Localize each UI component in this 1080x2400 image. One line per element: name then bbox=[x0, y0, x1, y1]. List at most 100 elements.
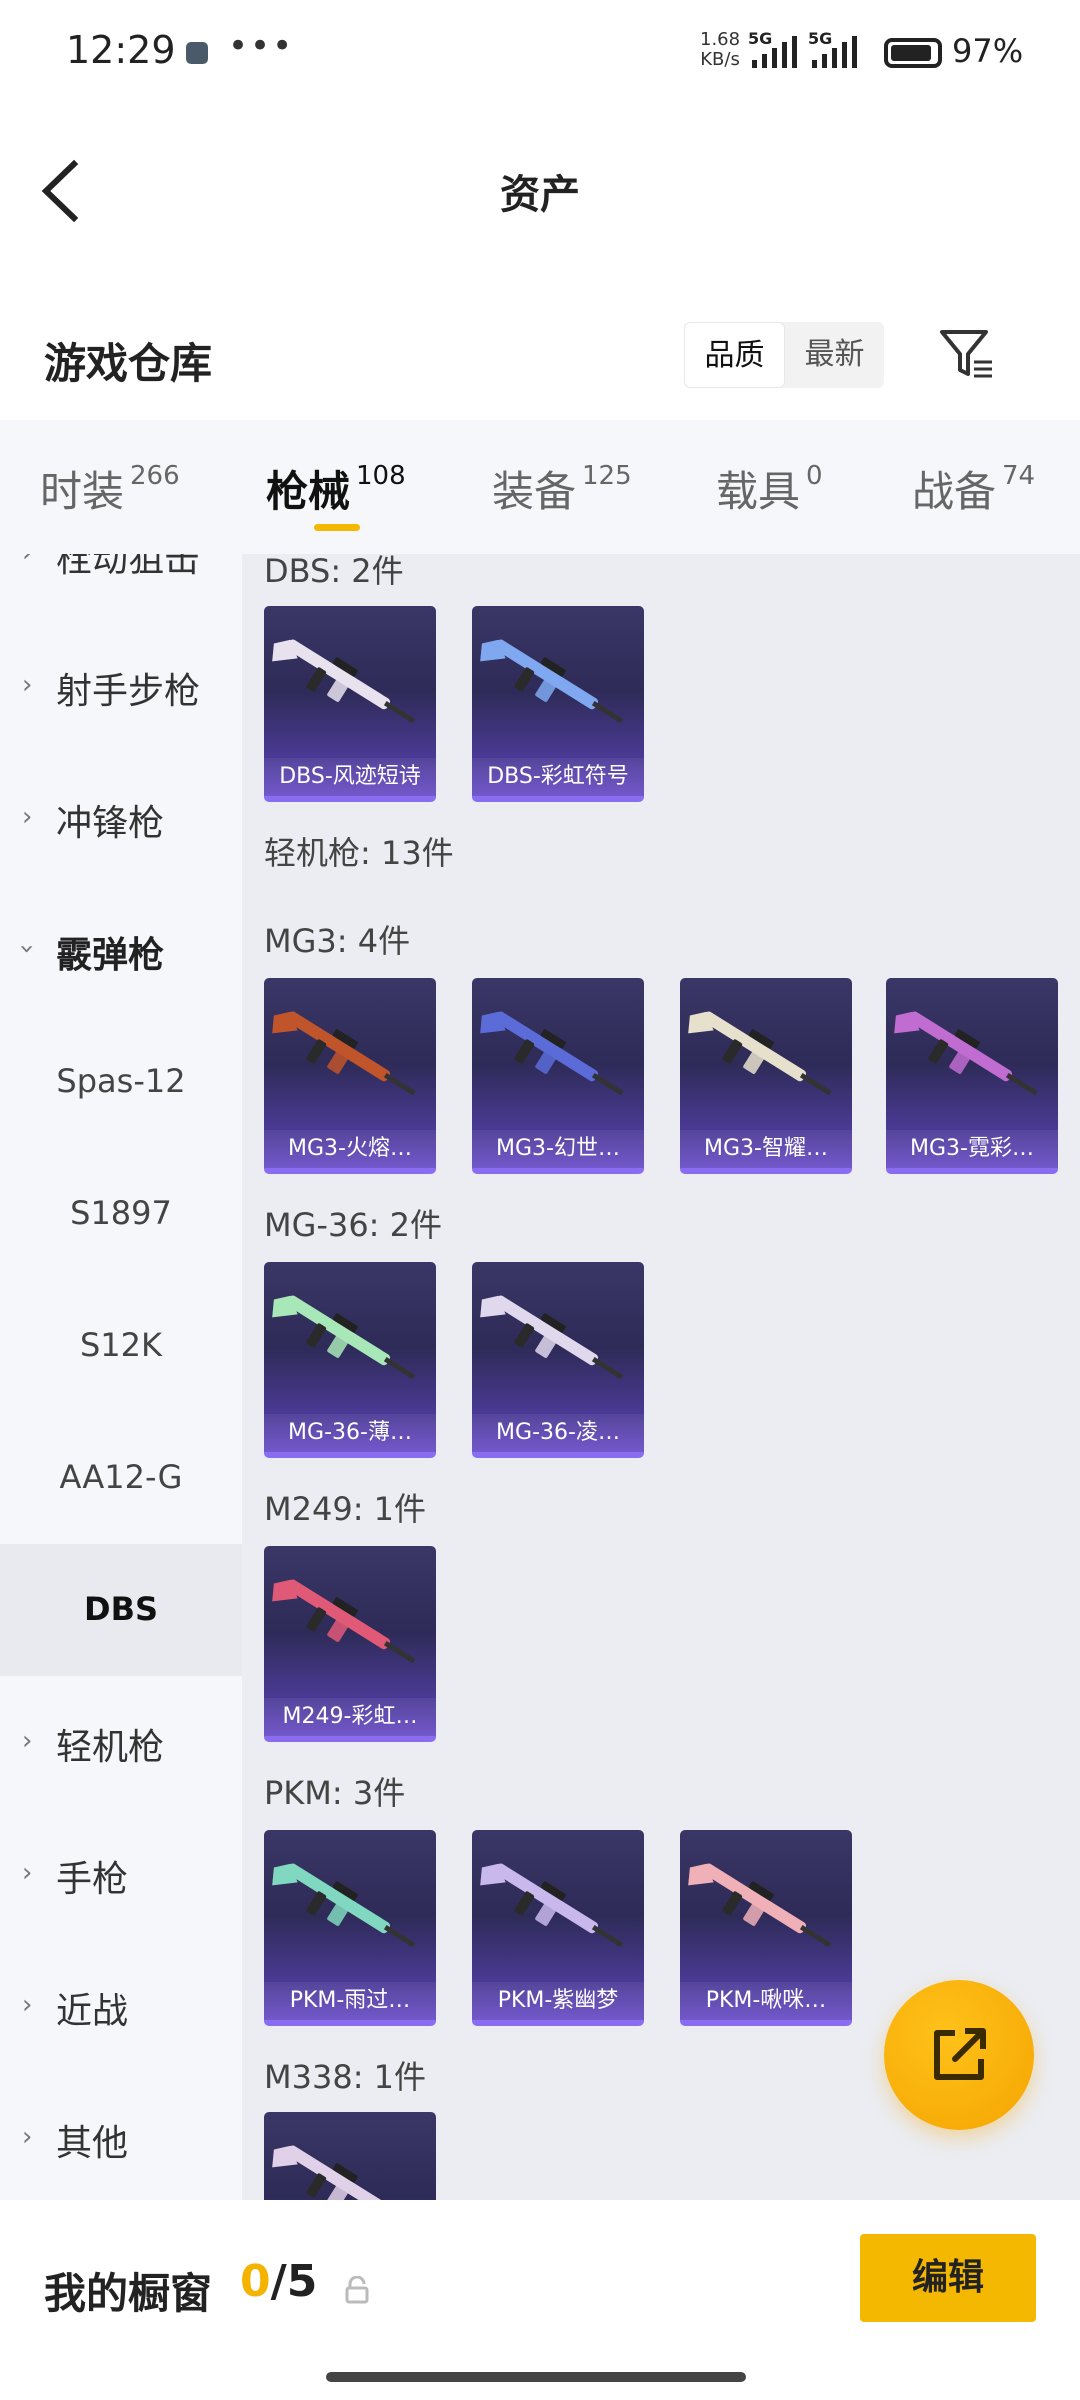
sidebar-item-other[interactable]: › 其他 bbox=[0, 2072, 242, 2200]
sort-toggle: 品质 最新 bbox=[684, 322, 884, 388]
weapon-card-name: MG3-霓彩… bbox=[886, 1130, 1058, 1168]
edit-button[interactable]: 编辑 bbox=[860, 2234, 1036, 2322]
network-speed: 1.68 KB/s bbox=[700, 29, 741, 70]
weapon-card-name: M249-彩虹… bbox=[264, 1698, 436, 1736]
chevron-right-icon: › bbox=[22, 1990, 33, 2020]
tab-vehicles[interactable]: 载具 0 bbox=[716, 458, 823, 519]
selected-tab-indicator bbox=[314, 524, 360, 531]
group-heading: MG3: 4件 bbox=[264, 922, 411, 960]
chevron-right-icon: › bbox=[22, 554, 32, 568]
weapon-skin-icon bbox=[894, 1011, 1038, 1096]
signal-5g-icon-2: 5G bbox=[808, 30, 857, 68]
tab-fashion[interactable]: 时装 266 bbox=[40, 458, 180, 519]
group-heading: 轻机枪: 13件 bbox=[264, 834, 454, 872]
weapon-card[interactable]: MG-36-凌… bbox=[472, 1262, 644, 1458]
weapon-skin-icon bbox=[272, 2145, 391, 2200]
weapon-card[interactable]: M249-彩虹… bbox=[264, 1546, 436, 1742]
sidebar-item-smg[interactable]: › 冲锋枪 bbox=[0, 752, 242, 884]
app-notification-icon bbox=[186, 42, 208, 64]
weapon-skin-icon bbox=[688, 1863, 832, 1948]
weapon-card[interactable]: DBS-风迹短诗 bbox=[264, 606, 436, 802]
weapon-card[interactable]: MG3-霓彩… bbox=[886, 978, 1058, 1174]
group-heading: PKM: 3件 bbox=[264, 1774, 406, 1812]
lock-icon bbox=[345, 2276, 369, 2304]
battery-percent: 97% bbox=[952, 32, 1024, 70]
chevron-right-icon: › bbox=[22, 802, 33, 832]
weapon-category-sidebar: › 栓动狙击 › 射手步枪 › 冲锋枪 › 霰弹枪 Spas-12 S1897 … bbox=[0, 554, 242, 2200]
sort-newest-button[interactable]: 最新 bbox=[785, 322, 884, 388]
weapon-card-name: MG3-火熔… bbox=[264, 1130, 436, 1168]
tab-battle-supplies[interactable]: 战备 74 bbox=[912, 458, 1035, 519]
weapon-card[interactable]: DBS-彩虹符号 bbox=[472, 606, 644, 802]
weapon-card[interactable]: MG3-智耀… bbox=[680, 978, 852, 1174]
weapon-skin-icon bbox=[272, 639, 416, 724]
weapon-card[interactable]: PKM-雨过… bbox=[264, 1830, 436, 2026]
warehouse-title: 游戏仓库 bbox=[44, 339, 213, 388]
sidebar-item-bolt-sniper[interactable]: › 栓动狙击 bbox=[0, 554, 242, 620]
svg-text:5G: 5G bbox=[808, 30, 832, 48]
svg-text:5G: 5G bbox=[748, 30, 772, 48]
group-heading: M338: 1件 bbox=[264, 2058, 427, 2096]
weapon-card-name: PKM-啾咪… bbox=[680, 1982, 852, 2020]
showcase-count: 0/5 bbox=[240, 2256, 318, 2307]
weapon-skin-icon bbox=[688, 1011, 832, 1096]
sort-quality-button[interactable]: 品质 bbox=[684, 322, 785, 388]
tab-guns[interactable]: 枪械 108 bbox=[266, 458, 406, 519]
group-heading: MG-36: 2件 bbox=[264, 1206, 442, 1244]
weapon-card[interactable]: PKM-紫幽梦 bbox=[472, 1830, 644, 2026]
sidebar-item-lmg[interactable]: › 轻机枪 bbox=[0, 1676, 242, 1808]
share-button[interactable] bbox=[884, 1980, 1034, 2130]
battery-icon bbox=[884, 38, 942, 68]
weapon-grid: DBS: 2件 DBS-风迹短诗 DBS-彩虹符号 轻机枪: 13件 MG3: … bbox=[242, 554, 1080, 2200]
sidebar-subitem-s12k[interactable]: S12K bbox=[0, 1280, 242, 1412]
signal-5g-icon-1: 5G bbox=[748, 30, 797, 68]
weapon-skin-icon bbox=[272, 1579, 416, 1664]
weapon-skin-icon bbox=[480, 639, 624, 724]
sidebar-subitem-aa12g[interactable]: AA12-G bbox=[0, 1412, 242, 1544]
chevron-right-icon: › bbox=[22, 670, 33, 700]
weapon-card[interactable]: MG3-火熔… bbox=[264, 978, 436, 1174]
showcase-label: 我的橱窗 bbox=[44, 2269, 213, 2318]
page-title: 资产 bbox=[500, 172, 580, 218]
status-bar: 12:29 ••• 1.68 KB/s 5G 5G 97% bbox=[0, 0, 1080, 110]
tab-equipment[interactable]: 装备 125 bbox=[492, 458, 632, 519]
weapon-card-name: MG-36-凌… bbox=[472, 1414, 644, 1452]
weapon-card-name: DBS-风迹短诗 bbox=[264, 758, 436, 796]
weapon-card-name: PKM-雨过… bbox=[264, 1982, 436, 2020]
weapon-card-name: PKM-紫幽梦 bbox=[472, 1982, 644, 2020]
home-indicator bbox=[326, 2372, 746, 2382]
weapon-skin-icon bbox=[272, 1295, 416, 1380]
category-tabs: 时装 266 枪械 108 装备 125 载具 0 战备 74 bbox=[0, 420, 1080, 554]
weapon-card[interactable]: PKM-啾咪… bbox=[680, 1830, 852, 2026]
weapon-skin-icon bbox=[272, 1011, 416, 1096]
share-external-icon bbox=[934, 2028, 986, 2080]
status-time: 12:29 bbox=[66, 28, 176, 72]
chevron-right-icon: › bbox=[22, 1726, 33, 1756]
weapon-skin-icon bbox=[272, 1863, 416, 1948]
filter-icon[interactable] bbox=[936, 324, 996, 384]
weapon-card[interactable] bbox=[264, 2112, 436, 2200]
sidebar-item-melee[interactable]: › 近战 bbox=[0, 1940, 242, 2072]
sidebar-item-marksman-rifle[interactable]: › 射手步枪 bbox=[0, 620, 242, 752]
chevron-down-icon: › bbox=[12, 943, 43, 955]
chevron-right-icon: › bbox=[22, 2122, 33, 2152]
weapon-card-name: MG-36-薄… bbox=[264, 1414, 436, 1452]
weapon-skin-icon bbox=[480, 1011, 624, 1096]
warehouse-header: 游戏仓库 品质 最新 bbox=[0, 300, 1080, 420]
more-notifications-icon: ••• bbox=[228, 26, 295, 66]
sidebar-subitem-spas12[interactable]: Spas-12 bbox=[0, 1016, 242, 1148]
weapon-card[interactable]: MG-36-薄… bbox=[264, 1262, 436, 1458]
weapon-card-name: DBS-彩虹符号 bbox=[472, 758, 644, 796]
weapon-card-name: MG3-幻世… bbox=[472, 1130, 644, 1168]
group-heading: M249: 1件 bbox=[264, 1490, 427, 1528]
sidebar-item-pistol[interactable]: › 手枪 bbox=[0, 1808, 242, 1940]
weapon-card-name: MG3-智耀… bbox=[680, 1130, 852, 1168]
sidebar-item-shotgun[interactable]: › 霰弹枪 bbox=[0, 884, 242, 1016]
showcase-bar: 我的橱窗 0/5 编辑 bbox=[0, 2200, 1080, 2400]
chevron-right-icon: › bbox=[22, 1858, 33, 1888]
group-heading: DBS: 2件 bbox=[264, 554, 404, 590]
sidebar-subitem-s1897[interactable]: S1897 bbox=[0, 1148, 242, 1280]
weapon-card[interactable]: MG3-幻世… bbox=[472, 978, 644, 1174]
sidebar-subitem-dbs[interactable]: DBS bbox=[0, 1544, 242, 1676]
weapon-skin-icon bbox=[480, 1863, 624, 1948]
